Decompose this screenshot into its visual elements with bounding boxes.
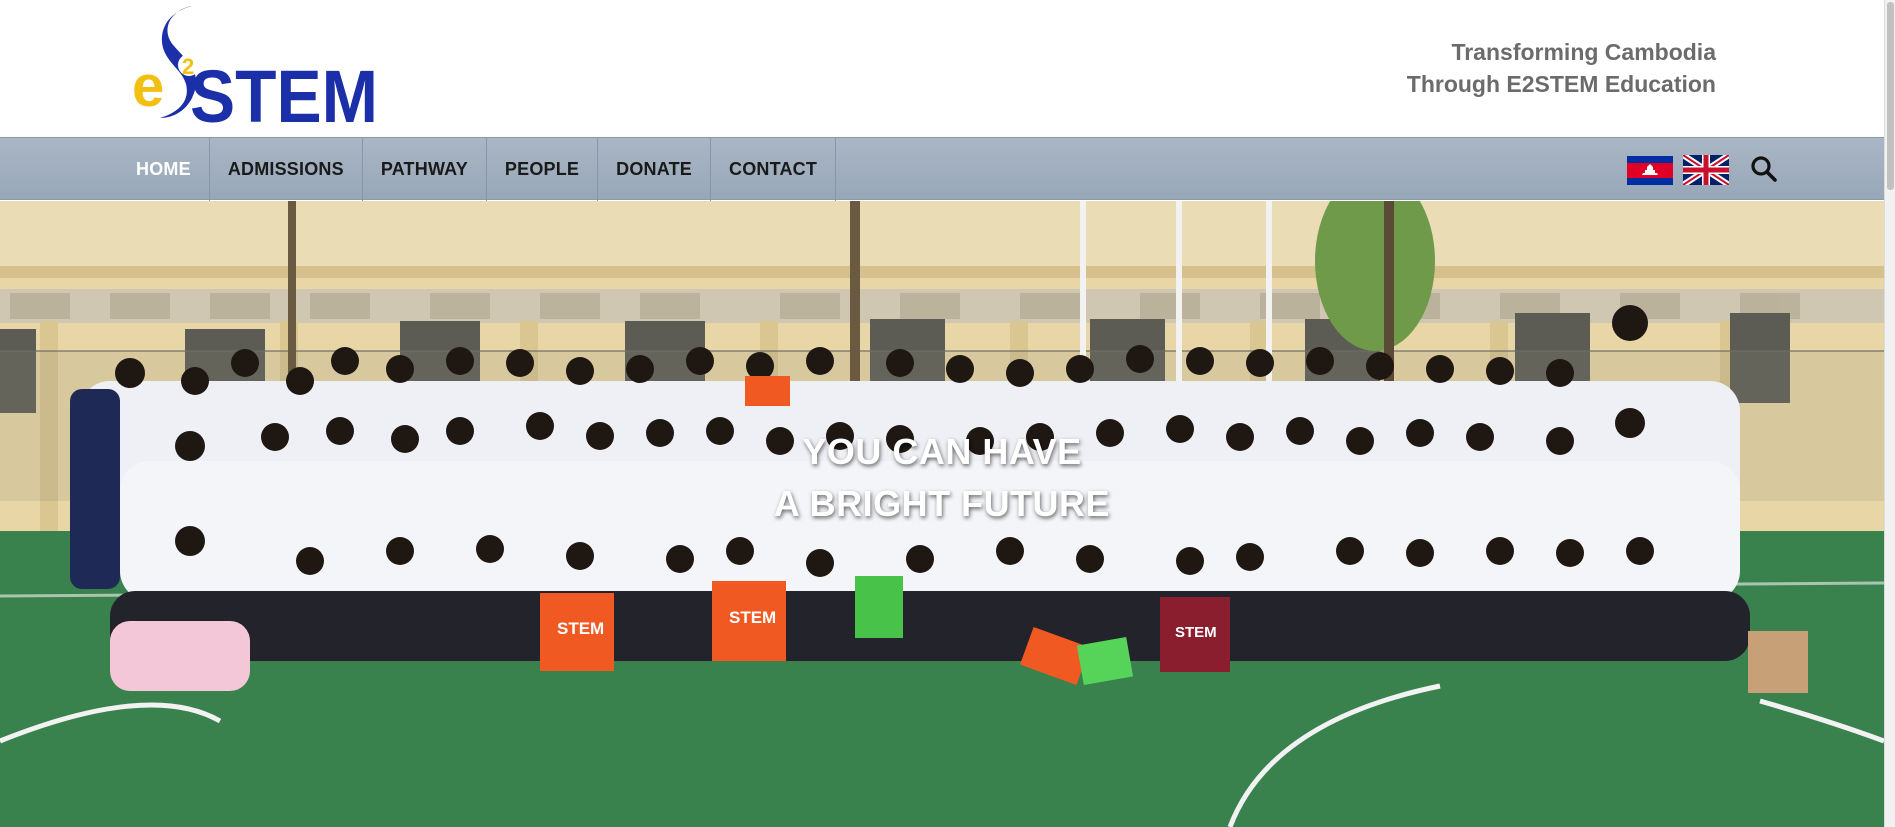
hero-headline: YOU CAN HAVE A BRIGHT FUTURE	[0, 426, 1884, 530]
cambodia-flag-icon[interactable]	[1627, 156, 1673, 185]
site-header: e 2 STEM Transforming Cambodia Through E…	[0, 0, 1884, 138]
tagline: Transforming Cambodia Through E2STEM Edu…	[1407, 36, 1716, 100]
nav-item-home[interactable]: HOME	[118, 138, 210, 201]
e2stem-logo[interactable]: e 2 STEM	[130, 0, 390, 138]
tagline-line-1: Transforming Cambodia	[1451, 39, 1716, 65]
svg-text:STEM: STEM	[729, 608, 776, 627]
scrollbar-thumb[interactable]	[1887, 2, 1894, 190]
nav-item-contact[interactable]: CONTACT	[711, 138, 837, 201]
svg-text:STEM: STEM	[190, 55, 378, 130]
search-icon[interactable]	[1750, 155, 1778, 183]
nav-item-people[interactable]: PEOPLE	[487, 138, 599, 201]
hero-line-1: YOU CAN HAVE	[802, 431, 1082, 472]
svg-text:STEM: STEM	[557, 619, 604, 638]
main-navigation: HOME ADMISSIONS PATHWAY PEOPLE DONATE CO…	[0, 137, 1884, 201]
uk-flag-icon[interactable]	[1681, 152, 1731, 188]
nav-menu: HOME ADMISSIONS PATHWAY PEOPLE DONATE CO…	[118, 138, 837, 201]
page-scrollbar[interactable]	[1884, 0, 1895, 827]
hero-banner: STEM STEM STEM YOU CAN HAVE A BRIGHT FUT…	[0, 201, 1884, 827]
page: e 2 STEM Transforming Cambodia Through E…	[0, 0, 1895, 827]
tagline-line-2: Through E2STEM Education	[1406, 71, 1716, 97]
nav-item-pathway[interactable]: PATHWAY	[363, 138, 487, 201]
hero-line-2: A BRIGHT FUTURE	[773, 483, 1111, 524]
logo-e: e	[132, 54, 164, 119]
nav-item-admissions[interactable]: ADMISSIONS	[210, 138, 363, 201]
svg-text:STEM: STEM	[1175, 624, 1217, 641]
nav-item-donate[interactable]: DONATE	[598, 138, 712, 201]
